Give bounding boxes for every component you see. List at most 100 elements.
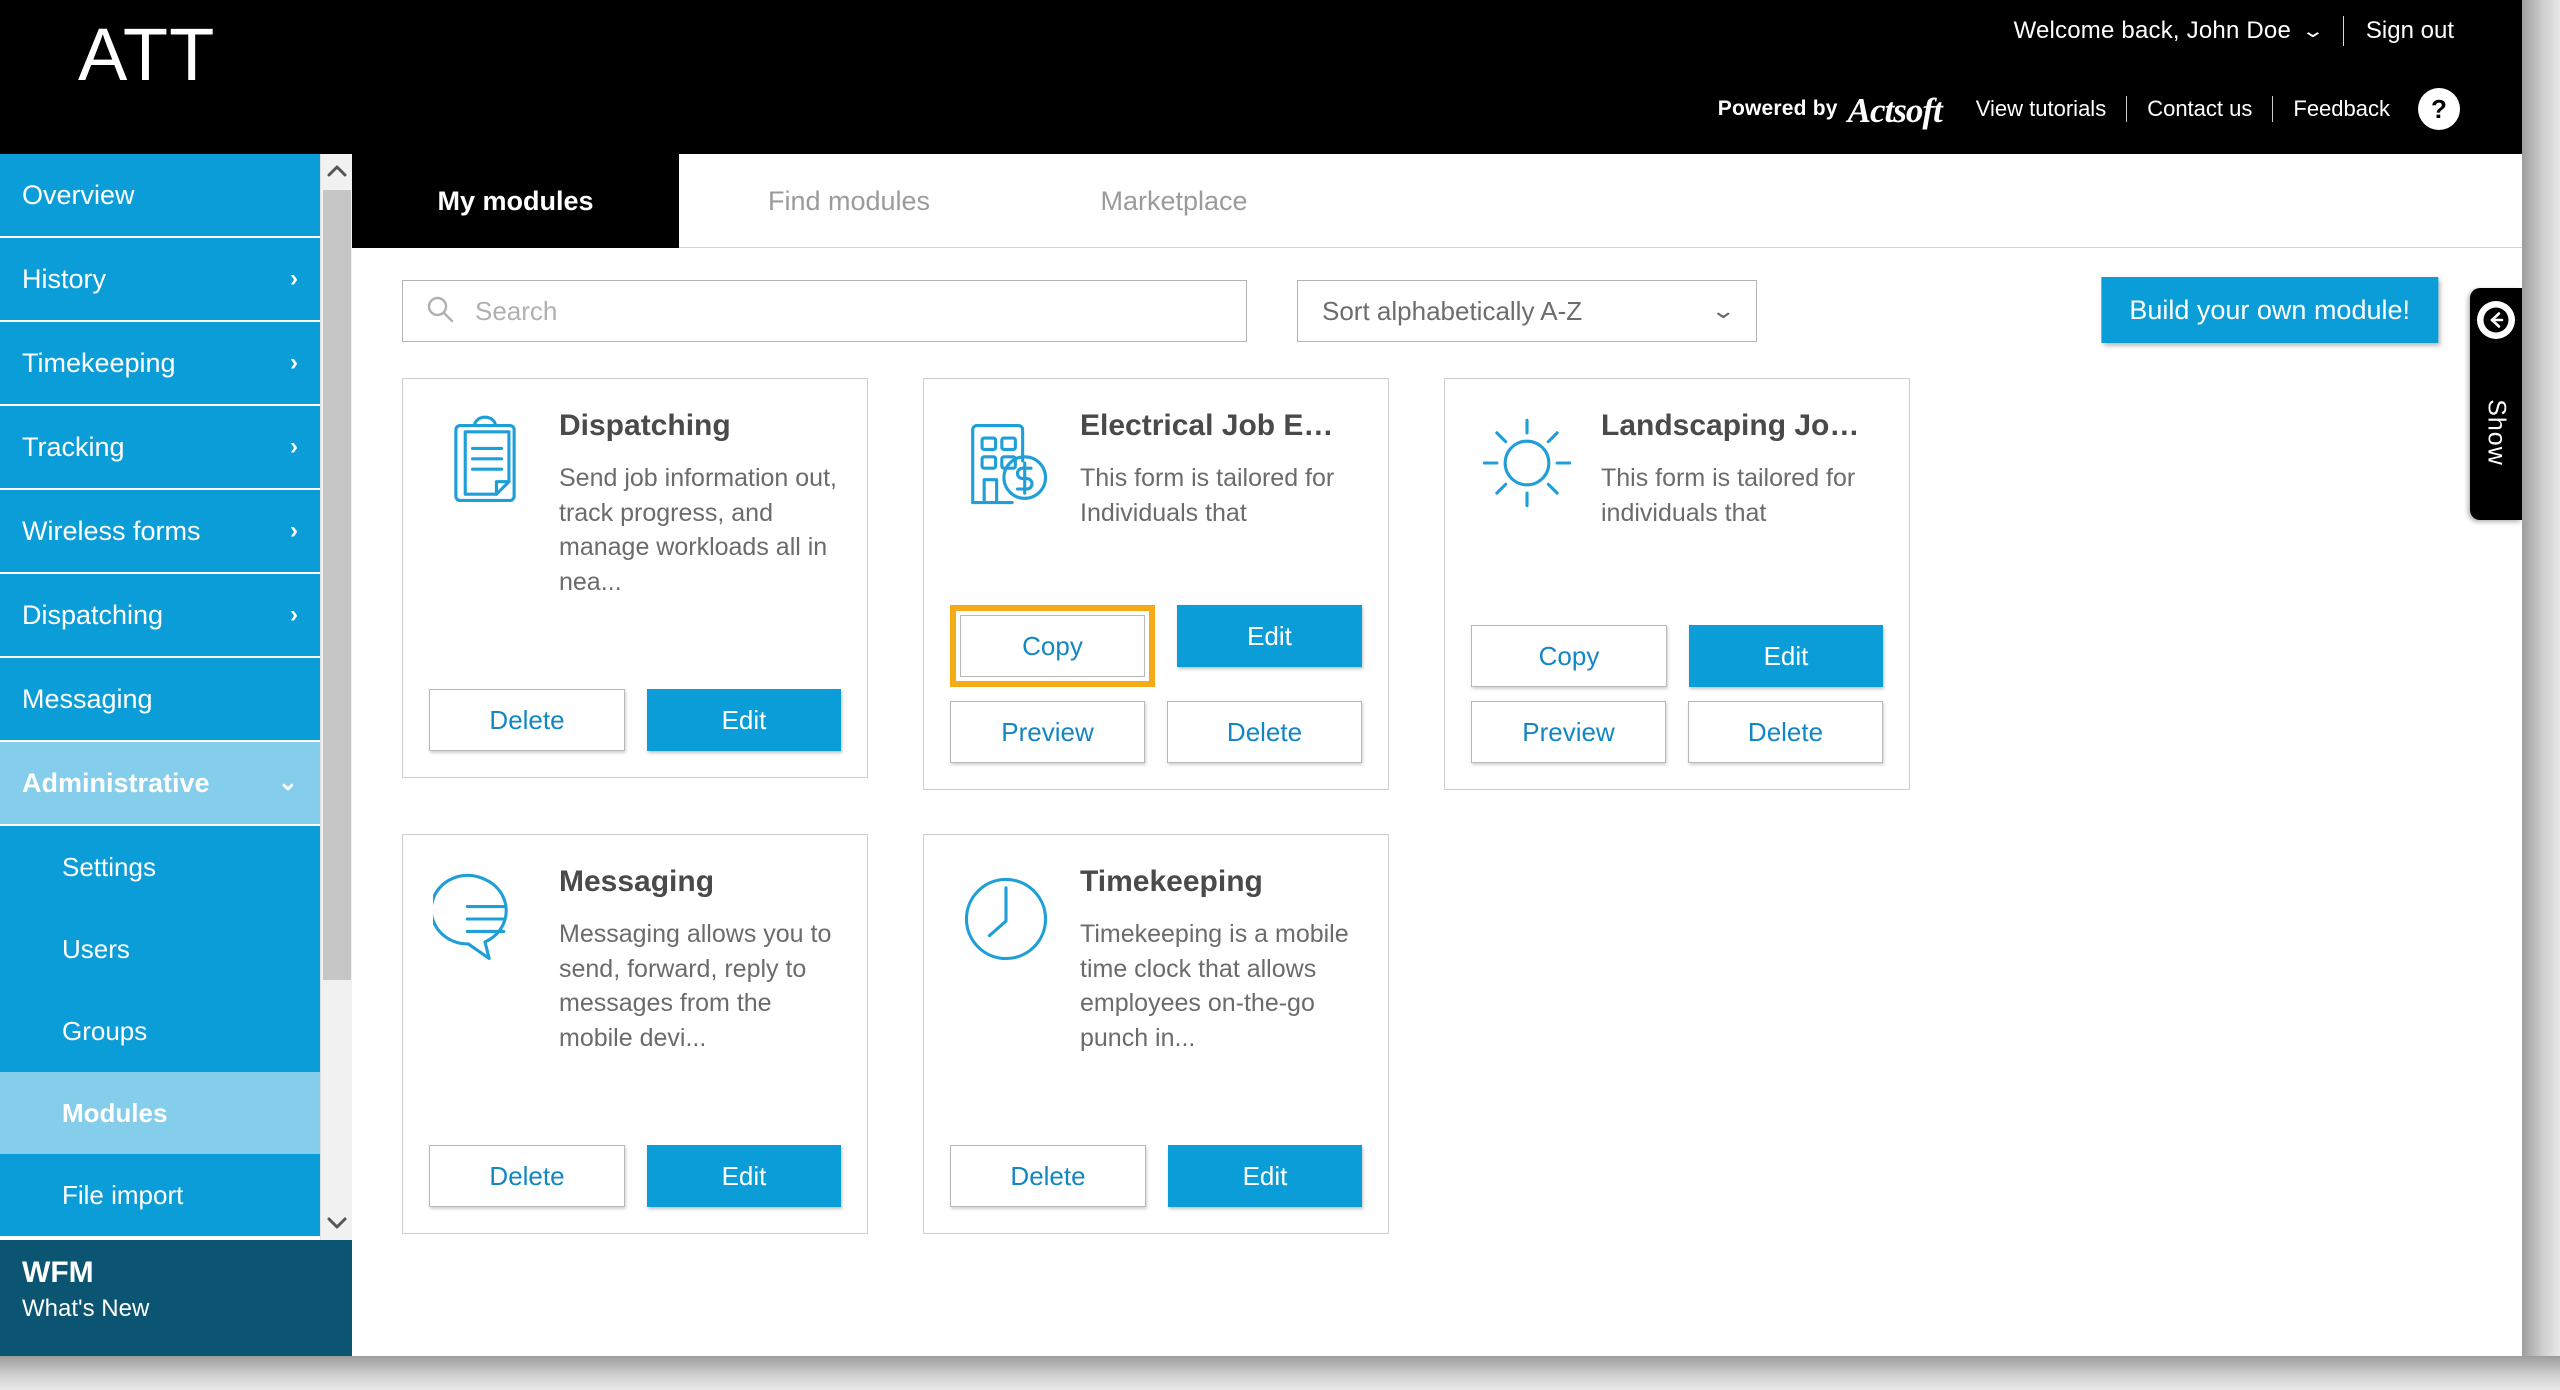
chevron-up-icon[interactable] (321, 154, 352, 188)
brand-logo: ATT (78, 13, 216, 96)
sidebar-item-label: Dispatching (22, 599, 164, 630)
feedback-link[interactable]: Feedback (2293, 96, 2390, 122)
header-links-row: Powered by Actsoft View tutorials Contac… (1718, 88, 2460, 130)
delete-button[interactable]: Delete (1167, 701, 1362, 763)
sidebar-item-settings[interactable]: Settings (0, 826, 320, 908)
app-root: ATT Welcome back, John Doe ⌄ Sign out Po… (0, 0, 2560, 1390)
copy-button[interactable]: Copy (1471, 625, 1667, 687)
module-card-text: Messaging Messaging allows you to send, f… (559, 857, 841, 1055)
help-icon[interactable]: ? (2418, 88, 2460, 130)
sidebar-item-label: Overview (22, 179, 135, 210)
module-card-action-row: Copy Edit (1471, 625, 1883, 687)
sidebar-footer-wfm[interactable]: WFM What's New (0, 1240, 352, 1356)
module-card-header: Electrical Job E… This form is tailored f… (950, 401, 1362, 530)
sidebar-item-label: History (22, 263, 107, 294)
edit-button[interactable]: Edit (1168, 1145, 1362, 1207)
chevron-down-icon: ⌄ (277, 769, 298, 796)
sidebar-nav-list: Overview History › Timekeeping › Tracking › Wir… (0, 154, 320, 1236)
sidebar-item-tracking[interactable]: Tracking › (0, 406, 320, 490)
module-card: Landscaping Jo… This form is tailored for… (1444, 378, 1910, 790)
sidebar-item-timekeeping[interactable]: Timekeeping › (0, 322, 320, 406)
sort-select-value: Sort alphabetically A-Z (1322, 295, 1583, 326)
module-card-actions: Delete Edit (429, 1145, 841, 1207)
sidebar-item-file-import[interactable]: File import (0, 1154, 320, 1236)
chevron-down-icon[interactable]: ⌄ (2301, 22, 2325, 41)
contact-us-link[interactable]: Contact us (2147, 96, 2252, 122)
edit-button[interactable]: Edit (1689, 625, 1883, 687)
show-panel-toggle[interactable]: Show (2470, 288, 2522, 520)
modules-toolbar: Sort alphabetically A-Z ⌄ Build your own… (352, 248, 2522, 364)
chat-bubble-icon (429, 863, 541, 975)
sidebar-item-label: Tracking (22, 431, 125, 462)
delete-button[interactable]: Delete (1688, 701, 1883, 763)
module-card-header: Dispatching Send job information out, tra… (429, 401, 841, 599)
module-card: Dispatching Send job information out, tra… (402, 378, 868, 778)
delete-button[interactable]: Delete (429, 689, 625, 751)
window-bottom-chrome (0, 1356, 2560, 1390)
delete-button[interactable]: Delete (950, 1145, 1146, 1207)
sidebar-item-administrative[interactable]: Administrative ⌄ (0, 742, 320, 826)
sidebar-item-modules[interactable]: Modules (0, 1072, 320, 1154)
module-card-title: Landscaping Jo… (1601, 409, 1860, 442)
chevron-right-icon: › (290, 433, 298, 460)
tab-find-modules[interactable]: Find modules (679, 154, 1019, 248)
module-card-action-row: Delete Edit (950, 1145, 1362, 1207)
module-card-title: Timekeeping (1080, 865, 1263, 898)
building-dollar-icon (950, 407, 1062, 519)
arrow-left-circle-icon (2477, 301, 2515, 339)
tab-my-modules[interactable]: My modules (352, 154, 679, 248)
preview-button[interactable]: Preview (950, 701, 1145, 763)
copy-button[interactable]: Copy (960, 615, 1145, 677)
sidebar-scroll-thumb[interactable] (323, 190, 351, 980)
sidebar-item-label: Wireless forms (22, 515, 201, 546)
chevron-right-icon: › (290, 265, 298, 292)
chevron-right-icon: › (290, 517, 298, 544)
module-card-actions: Delete Edit (950, 1145, 1362, 1207)
sidebar-scroll-viewport: Overview History › Timekeeping › Tracking › Wir… (0, 154, 352, 1240)
sidebar-item-messaging[interactable]: Messaging (0, 658, 320, 742)
edit-button[interactable]: Edit (1177, 605, 1362, 667)
search-box[interactable] (402, 280, 1247, 342)
module-card-actions: Copy Edit Preview Delete (1471, 625, 1883, 763)
wfm-title: WFM (22, 1256, 94, 1289)
edit-button[interactable]: Edit (647, 689, 841, 751)
module-card-actions: Copy Edit Preview Delete (950, 605, 1362, 763)
delete-button[interactable]: Delete (429, 1145, 625, 1207)
module-card-text: Dispatching Send job information out, tra… (559, 401, 841, 599)
chevron-right-icon: › (290, 349, 298, 376)
clipboard-icon (429, 407, 541, 519)
preview-button[interactable]: Preview (1471, 701, 1666, 763)
welcome-label[interactable]: Welcome back, John Doe (2014, 17, 2291, 45)
sign-out-link[interactable]: Sign out (2366, 17, 2454, 45)
module-card-text: Landscaping Jo… This form is tailored for… (1601, 401, 1883, 530)
search-input[interactable] (475, 295, 1175, 327)
build-your-own-module-button[interactable]: Build your own module! (2101, 277, 2438, 343)
view-tutorials-link[interactable]: View tutorials (1976, 96, 2106, 122)
module-card-description: This form is tailored for Individuals th… (1080, 464, 1335, 527)
module-card-description: This form is tailored for individuals th… (1601, 464, 1856, 527)
module-card-header: Messaging Messaging allows you to send, f… (429, 857, 841, 1055)
edit-button[interactable]: Edit (647, 1145, 841, 1207)
sort-select[interactable]: Sort alphabetically A-Z ⌄ (1297, 280, 1757, 342)
module-card-description: Timekeeping is a mobile time clock that … (1080, 920, 1349, 1052)
module-card-description: Messaging allows you to send, forward, r… (559, 920, 832, 1052)
sidebar-item-overview[interactable]: Overview (0, 154, 320, 238)
sidebar-item-users[interactable]: Users (0, 908, 320, 990)
sidebar-item-label: File import (62, 1179, 184, 1210)
sidebar-item-label: Settings (62, 851, 156, 882)
tab-marketplace[interactable]: Marketplace (1019, 154, 1329, 248)
chevron-down-icon[interactable] (321, 1206, 352, 1240)
header-divider (2342, 16, 2344, 46)
header-link-divider (2272, 96, 2274, 122)
show-panel-label: Show (2482, 399, 2511, 466)
sidebar-scrollbar[interactable] (320, 154, 352, 1240)
sidebar-item-history[interactable]: History › (0, 238, 320, 322)
sidebar-item-label: Users (62, 933, 130, 964)
sidebar-item-dispatching[interactable]: Dispatching › (0, 574, 320, 658)
sidebar-item-groups[interactable]: Groups (0, 990, 320, 1072)
sidebar-item-wireless-forms[interactable]: Wireless forms › (0, 490, 320, 574)
sidebar-item-label: Groups (62, 1015, 148, 1046)
module-card-header: Timekeeping Timekeeping is a mobile time … (950, 857, 1362, 1055)
module-card: Timekeeping Timekeeping is a mobile time … (923, 834, 1389, 1234)
account-row: Welcome back, John Doe ⌄ Sign out (2014, 16, 2454, 46)
